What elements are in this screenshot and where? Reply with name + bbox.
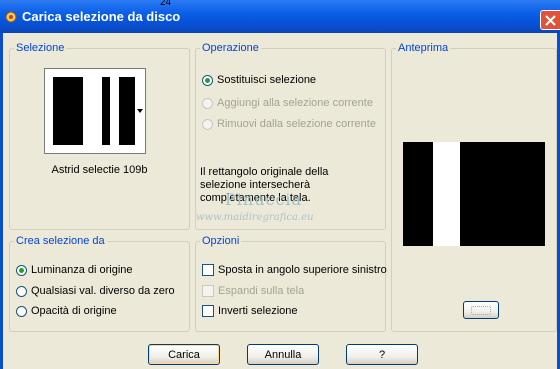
radio-qualsiasi-valore[interactable]: Qualsiasi val. diverso da zero (16, 283, 175, 299)
selezione-legend: Selezione (14, 42, 67, 54)
radio-indicator (202, 74, 213, 86)
window-title: Carica selezione da disco (22, 9, 181, 24)
checkbox-indicator (202, 305, 214, 317)
checkbox-label: Espandi sulla tela (218, 285, 305, 297)
radio-opacita-origine[interactable]: Opacità di origine (16, 303, 117, 319)
preview-image (403, 142, 545, 246)
close-icon (545, 15, 556, 26)
selection-thumbnail-image (53, 77, 135, 145)
radio-label: Rimuovi dalla selezione corrente (217, 118, 376, 130)
checkbox-sposta-angolo[interactable]: Sposta in angolo superiore sinistro (202, 262, 387, 278)
radio-label: Aggiungi alla selezione corrente (217, 97, 373, 109)
annulla-button[interactable]: Annulla (247, 344, 319, 365)
radio-indicator (202, 97, 213, 109)
radio-label: Luminanza di origine (31, 264, 133, 276)
checkbox-inverti-selezione[interactable]: Inverti selezione (202, 303, 298, 319)
radio-aggiungi-selezione[interactable]: Aggiungi alla selezione corrente (202, 95, 373, 111)
radio-luminanza-origine[interactable]: Luminanza di origine (16, 262, 133, 278)
selection-thumbnail-dropdown[interactable] (44, 68, 146, 154)
radio-indicator (16, 264, 27, 276)
watermark-url: www.maidiregrafica.eu (196, 212, 314, 223)
radio-sostituisci-selezione[interactable]: Sostituisci selezione (202, 72, 316, 88)
anteprima-legend: Anteprima (396, 42, 451, 54)
checkbox-label: Sposta in angolo superiore sinistro (218, 264, 387, 276)
top-number: 24 (160, 0, 172, 8)
radio-rimuovi-selezione[interactable]: Rimuovi dalla selezione corrente (202, 116, 376, 132)
preview-zoom-icon (471, 305, 491, 315)
preview-zoom-button[interactable] (463, 301, 499, 319)
radio-label: Sostituisci selezione (217, 74, 317, 86)
checkbox-indicator (202, 285, 214, 297)
carica-button[interactable]: Carica (148, 344, 220, 365)
dropdown-arrow-icon (137, 109, 143, 113)
app-icon (5, 11, 17, 23)
radio-indicator (16, 305, 27, 317)
radio-indicator (16, 285, 27, 297)
radio-label: Qualsiasi val. diverso da zero (31, 285, 175, 297)
checkbox-espandi-tela[interactable]: Espandi sulla tela (202, 283, 304, 299)
window-frame-left (0, 33, 3, 369)
close-button[interactable] (540, 10, 560, 30)
help-button[interactable]: ? (346, 344, 418, 365)
checkbox-indicator (202, 264, 214, 276)
radio-indicator (202, 118, 213, 130)
watermark-name: Pinuccia (225, 190, 303, 209)
opzioni-legend: Opzioni (200, 235, 242, 247)
crea-selezione-legend: Crea selezione da (14, 235, 107, 247)
checkbox-label: Inverti selezione (218, 305, 298, 317)
selection-file-name: Astrid selectie 109b (51, 164, 148, 176)
radio-label: Opacità di origine (31, 305, 117, 317)
operazione-legend: Operazione (200, 42, 261, 54)
